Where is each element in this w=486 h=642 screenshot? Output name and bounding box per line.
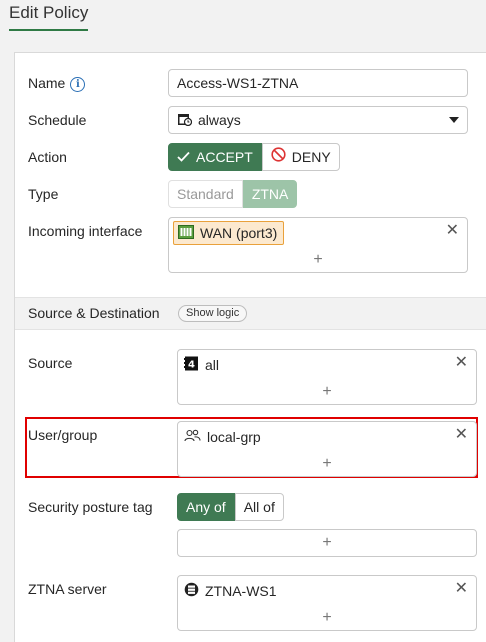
source-destination-section: Source & Destination Show logic: [15, 297, 486, 330]
user-group-icon: [184, 429, 201, 446]
add-posture-tag-button[interactable]: +: [178, 535, 476, 551]
add-ztna-server-button[interactable]: +: [178, 610, 476, 626]
section-title: Source & Destination: [28, 305, 160, 321]
schedule-select[interactable]: always: [168, 106, 468, 134]
interface-chip[interactable]: WAN (port3): [173, 221, 285, 245]
posture-any-of-button[interactable]: Any of: [177, 493, 235, 521]
ztna-server-label: ZTNA server: [28, 581, 107, 597]
page-title: Edit Policy: [9, 3, 89, 31]
address-icon: 4: [184, 356, 199, 374]
posture-label: Security posture tag: [28, 499, 153, 515]
ztna-server-chip[interactable]: ZTNA-WS1: [184, 580, 277, 602]
action-label: Action: [28, 149, 67, 165]
deny-button[interactable]: DENY: [261, 143, 340, 171]
calendar-icon: [177, 112, 193, 129]
deny-icon: [271, 144, 286, 170]
accept-label: ACCEPT: [196, 149, 253, 165]
posture-all-of-button[interactable]: All of: [234, 493, 284, 521]
schedule-label: Schedule: [28, 112, 87, 128]
remove-user-group-button[interactable]: ✕: [455, 427, 468, 443]
server-icon: [184, 582, 199, 600]
remove-source-button[interactable]: ✕: [455, 355, 468, 371]
source-field[interactable]: 4 all ✕ +: [177, 349, 477, 405]
interface-chip-label: WAN (port3): [200, 225, 278, 241]
accept-button[interactable]: ACCEPT: [168, 143, 262, 171]
type-label: Type: [28, 186, 59, 202]
remove-ztna-server-button[interactable]: ✕: [455, 581, 468, 597]
check-icon: [177, 144, 190, 170]
source-chip[interactable]: 4 all: [184, 354, 219, 376]
type-standard-button[interactable]: Standard: [168, 180, 243, 208]
page-header: Edit Policy: [0, 0, 486, 36]
incoming-interface-label: Incoming interface: [28, 223, 143, 239]
policy-form-panel: Name i Access-WS1-ZTNA Schedule always Ac…: [14, 52, 486, 642]
source-label: Source: [28, 355, 73, 371]
user-group-label: User/group: [28, 427, 98, 443]
ztna-server-field[interactable]: ZTNA-WS1 ✕ +: [177, 575, 477, 631]
schedule-value: always: [198, 112, 241, 128]
action-toggle: ACCEPT DENY: [168, 143, 340, 171]
add-interface-button[interactable]: +: [169, 252, 467, 268]
user-group-chip[interactable]: local-grp: [184, 426, 261, 448]
info-icon[interactable]: i: [70, 77, 86, 92]
add-source-button[interactable]: +: [178, 384, 476, 400]
remove-interface-button[interactable]: ✕: [446, 223, 459, 239]
type-ztna-button[interactable]: ZTNA: [242, 180, 298, 208]
add-user-group-button[interactable]: +: [178, 456, 476, 472]
user-group-field[interactable]: local-grp ✕ +: [177, 421, 477, 477]
name-label: Name i: [28, 75, 86, 92]
chevron-down-icon: [449, 117, 459, 123]
deny-label: DENY: [291, 149, 331, 165]
svg-text:4: 4: [188, 360, 195, 371]
show-logic-button[interactable]: Show logic: [178, 305, 248, 322]
incoming-interface-field[interactable]: WAN (port3) ✕ +: [168, 217, 468, 273]
type-toggle: Standard ZTNA: [168, 180, 298, 208]
posture-tag-field[interactable]: +: [177, 529, 477, 557]
user-group-chip-label: local-grp: [207, 429, 261, 445]
name-input[interactable]: Access-WS1-ZTNA: [168, 69, 468, 97]
posture-toggle: Any of All of: [177, 493, 284, 521]
ztna-server-chip-label: ZTNA-WS1: [205, 583, 277, 599]
network-port-icon: [178, 224, 194, 242]
name-label-text: Name: [28, 75, 66, 91]
source-chip-label: all: [205, 357, 220, 373]
